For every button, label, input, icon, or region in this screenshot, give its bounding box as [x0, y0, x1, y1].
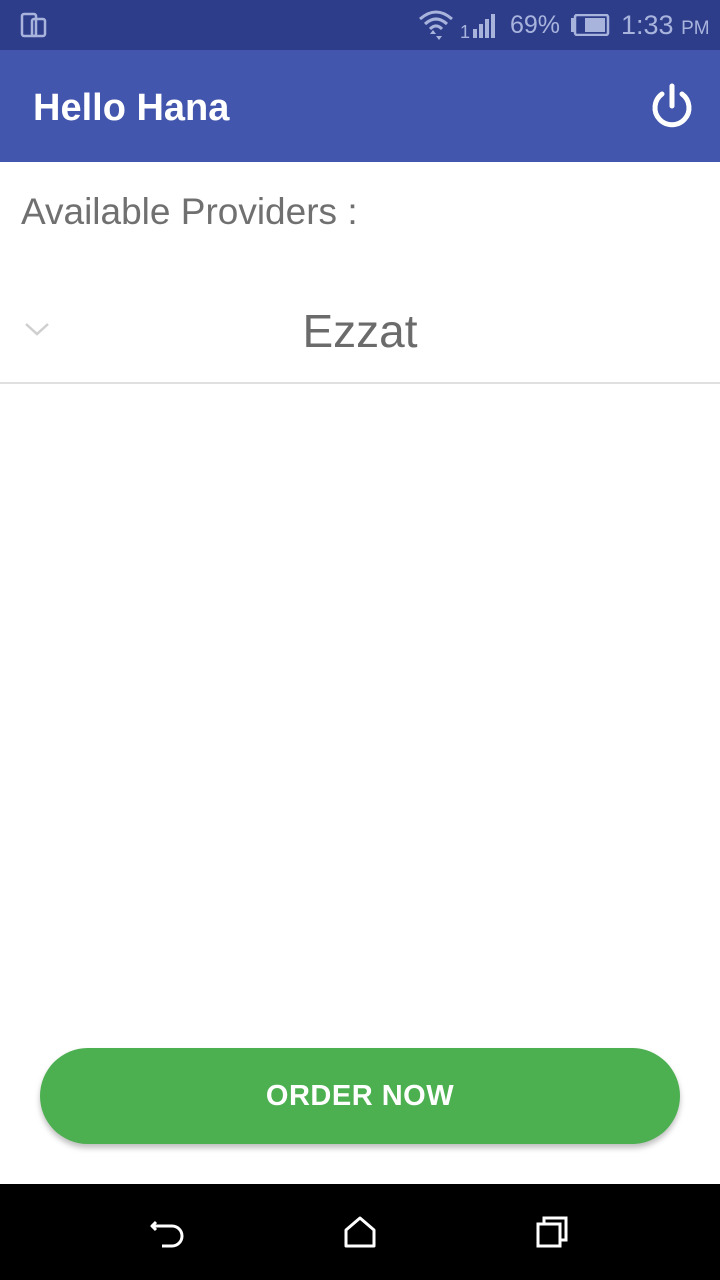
providers-label: Available Providers :: [21, 191, 358, 232]
wifi-icon: [418, 8, 454, 42]
screen-mirror-icon: [20, 11, 48, 39]
order-now-button[interactable]: ORDER NOW: [40, 1048, 680, 1144]
page-title: Hello Hana: [33, 87, 230, 129]
status-time-ampm: PM: [681, 18, 710, 39]
status-time: 1:33 PM: [621, 10, 710, 44]
cell-signal-icon: 1: [460, 10, 502, 42]
signal-label: 1: [460, 22, 470, 40]
power-icon: [652, 83, 692, 128]
battery-icon: [570, 13, 610, 37]
status-time-value: 1:33: [621, 10, 674, 40]
home-icon[interactable]: [340, 1212, 380, 1252]
navigation-bar: [0, 1184, 720, 1280]
provider-spinner[interactable]: Ezzat: [0, 280, 720, 384]
app-bar: Hello Hana: [0, 50, 720, 162]
recents-icon[interactable]: [532, 1212, 572, 1252]
status-bar: 1 69% 1:33 PM: [0, 0, 720, 50]
back-icon[interactable]: [148, 1212, 188, 1252]
battery-percent: 69%: [510, 11, 561, 39]
logout-button[interactable]: [646, 82, 698, 134]
provider-selected-value: Ezzat: [302, 305, 418, 357]
